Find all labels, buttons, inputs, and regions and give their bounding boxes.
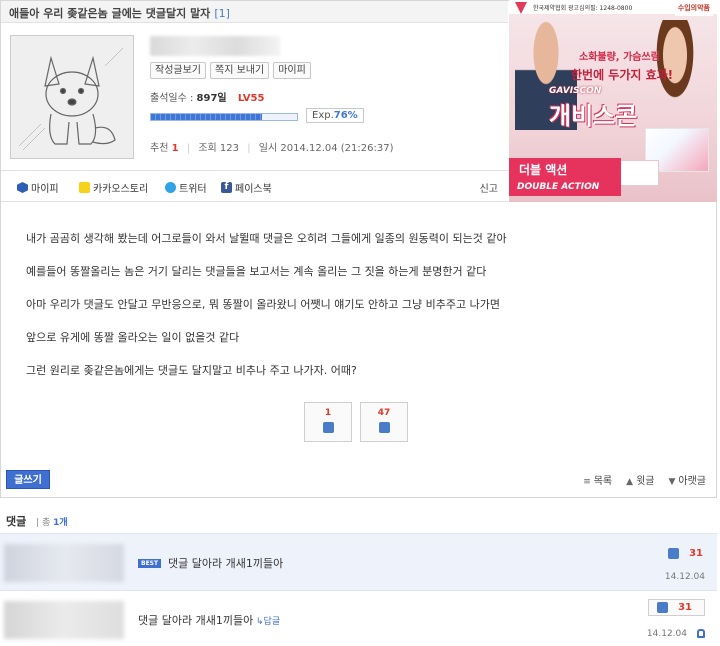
comment-date: 14.12.04	[646, 629, 687, 639]
exp-value: 76%	[333, 110, 358, 121]
facebook-icon: f	[221, 182, 232, 193]
prev-post-link[interactable]: ▲ 윗글	[626, 472, 654, 487]
body-paragraph: 예를들어 똥짤올리는 놈은 거기 달리는 댓글들을 보고서는 계속 올리는 그 …	[26, 265, 487, 278]
exp-label: Exp.	[312, 110, 334, 121]
body-paragraph: 내가 곰곰히 생각해 봤는데 어그로들이 와서 날뛸때 댓글은 오히려 그들에게…	[26, 232, 507, 245]
recommend-label: 추천	[150, 143, 169, 154]
up-arrow-icon: ▲	[626, 477, 634, 487]
post-meta: 추천 1 | 조회 123 | 일시 2014.12.04 (21:26:37)	[150, 139, 394, 154]
mypi-icon	[17, 182, 28, 193]
comments-total-value: 1개	[53, 518, 68, 528]
share-bar: 마이피 카카오스토리 트위터 f 페이스북 신고	[1, 170, 508, 202]
post-title-bar: 애들아 우리 좆같은놈 글에는 댓글달지 말자 [1]	[1, 1, 508, 23]
views-value: 123	[219, 143, 239, 154]
meta-separator: |	[247, 143, 251, 154]
best-badge: BEST	[138, 559, 162, 568]
exp-progress-bar	[150, 113, 298, 121]
down-arrow-icon: ▼	[668, 477, 676, 487]
body-paragraph: 아마 우리가 댓글도 안달고 무반응으로, 뭐 똥짤이 올라왔니 어쨋니 얘기도…	[26, 298, 500, 311]
thumbs-up-icon	[668, 548, 680, 559]
post-comment-count[interactable]: [1]	[214, 7, 230, 20]
prev-post-label: 윗글	[636, 476, 655, 487]
comment-like-count: 31	[689, 548, 703, 559]
post-title: 애들아 우리 좆같은놈 글에는 댓글달지 말자	[9, 7, 211, 20]
next-post-link[interactable]: ▼ 아랫글	[668, 472, 706, 487]
comment-text: 댓글 달아라 개새1끼들아	[138, 614, 254, 627]
post-body: 내가 곰곰히 생각해 봤는데 어그로들이 와서 날뛸때 댓글은 오히려 그들에게…	[26, 232, 696, 397]
share-twitter[interactable]: 트위터	[165, 180, 207, 195]
comment-like-count: 31	[678, 602, 692, 613]
date-value: 2014.12.04 (21:26:37)	[280, 143, 394, 154]
exp-tag: Exp.76%	[306, 108, 364, 123]
commenter-avatar-blurred	[4, 544, 124, 582]
comment-like-button[interactable]: 31	[668, 548, 703, 559]
post-navigation: ≡ 목록 ▲ 윗글 ▼ 아랫글	[583, 472, 706, 487]
share-kakaostory[interactable]: 카카오스토리	[79, 180, 148, 195]
thumbs-down-icon	[378, 422, 390, 433]
mypi-button[interactable]: 마이피	[273, 62, 311, 79]
upvote-count: 1	[324, 408, 332, 418]
comment-date: 14.12.04	[664, 572, 705, 582]
share-mypi-label: 마이피	[31, 184, 59, 195]
ad-headline-2: 한번에 두가지 효과!	[571, 68, 674, 82]
attendance-line: 출석일수 : 897일 LV55	[150, 89, 264, 104]
comments-header: 댓글 | 총 1개	[6, 513, 68, 529]
thumbs-up-icon	[657, 602, 669, 613]
ad-product-pack	[619, 160, 659, 186]
exp-progress-fill	[151, 114, 262, 120]
attendance-label: 출석일수 :	[150, 93, 194, 104]
advertisement-banner[interactable]: 한국제약협회 광고심의필: 1248-0800 수입의약품 소화불량, 가슴쓰림…	[509, 0, 717, 202]
share-mypi[interactable]: 마이피	[17, 180, 59, 195]
list-link-label: 목록	[593, 476, 613, 487]
views-label: 조회	[198, 143, 217, 154]
ad-brand-name: 개비스콘	[549, 102, 638, 130]
comment-row: 댓글 달아라 개새1끼들아 ↳답글 31 14.12.04	[0, 590, 717, 646]
ad-imported-badge: 수입의약품	[674, 0, 713, 16]
ad-double-action-english: DOUBLE ACTION	[509, 180, 621, 196]
thumbs-up-icon	[322, 422, 334, 433]
list-link[interactable]: ≡ 목록	[583, 472, 612, 487]
author-actions: 작성글보기 쪽지 보내기 마이피	[150, 62, 311, 79]
comment-like-button[interactable]: 31	[648, 599, 705, 616]
share-kakaostory-label: 카카오스토리	[93, 184, 149, 195]
ad-headline-1: 소화불량, 가슴쓰림	[579, 52, 660, 63]
commenter-avatar-blurred	[4, 601, 124, 639]
author-avatar[interactable]	[10, 35, 134, 159]
twitter-icon	[165, 182, 176, 193]
next-post-label: 아랫글	[678, 476, 706, 487]
ad-double-action: 더블 액션	[509, 158, 621, 180]
author-name-blurred	[150, 36, 280, 56]
share-twitter-label: 트위터	[179, 184, 207, 195]
recommend-value: 1	[171, 143, 179, 154]
share-facebook-label: 페이스북	[235, 184, 272, 195]
meta-separator: |	[186, 143, 191, 154]
report-link[interactable]: 신고	[480, 180, 498, 195]
share-facebook[interactable]: f 페이스북	[221, 180, 272, 195]
best-comment-row: BEST 댓글 달아라 개새1끼들아 31 14.12.04	[0, 533, 717, 590]
list-icon: ≡	[583, 477, 591, 487]
reply-link[interactable]: ↳답글	[256, 614, 280, 627]
comments-title: 댓글	[6, 515, 27, 528]
body-paragraph: 앞으로 유게에 똥짤 올라오는 일이 없을것 같다	[26, 331, 240, 344]
kakaostory-icon	[79, 182, 90, 193]
downvote-count: 47	[377, 408, 391, 418]
send-message-button[interactable]: 쪽지 보내기	[210, 62, 270, 79]
view-posts-button[interactable]: 작성글보기	[150, 62, 206, 79]
write-button[interactable]: 글쓰기	[6, 470, 50, 489]
reply-label: 답글	[263, 617, 281, 627]
attendance-value: 897일	[196, 93, 227, 104]
downvote-button[interactable]: 47	[360, 402, 408, 442]
upvote-button[interactable]: 1	[304, 402, 352, 442]
body-paragraph: 그런 원리로 좆같은놈에게는 댓글도 달지말고 비추나 주고 나가자. 어때?	[26, 364, 357, 377]
date-label: 일시	[258, 143, 278, 154]
lock-icon[interactable]	[697, 629, 705, 638]
level-badge: LV55	[237, 93, 265, 104]
dog-sketch-image	[11, 36, 133, 158]
ad-brand-english: GAVISCON	[549, 86, 602, 96]
comments-total-prefix: 총	[42, 518, 51, 528]
comment-text: 댓글 달아라 개새1끼들아	[168, 557, 284, 570]
comments-total: | 총 1개	[36, 518, 68, 528]
